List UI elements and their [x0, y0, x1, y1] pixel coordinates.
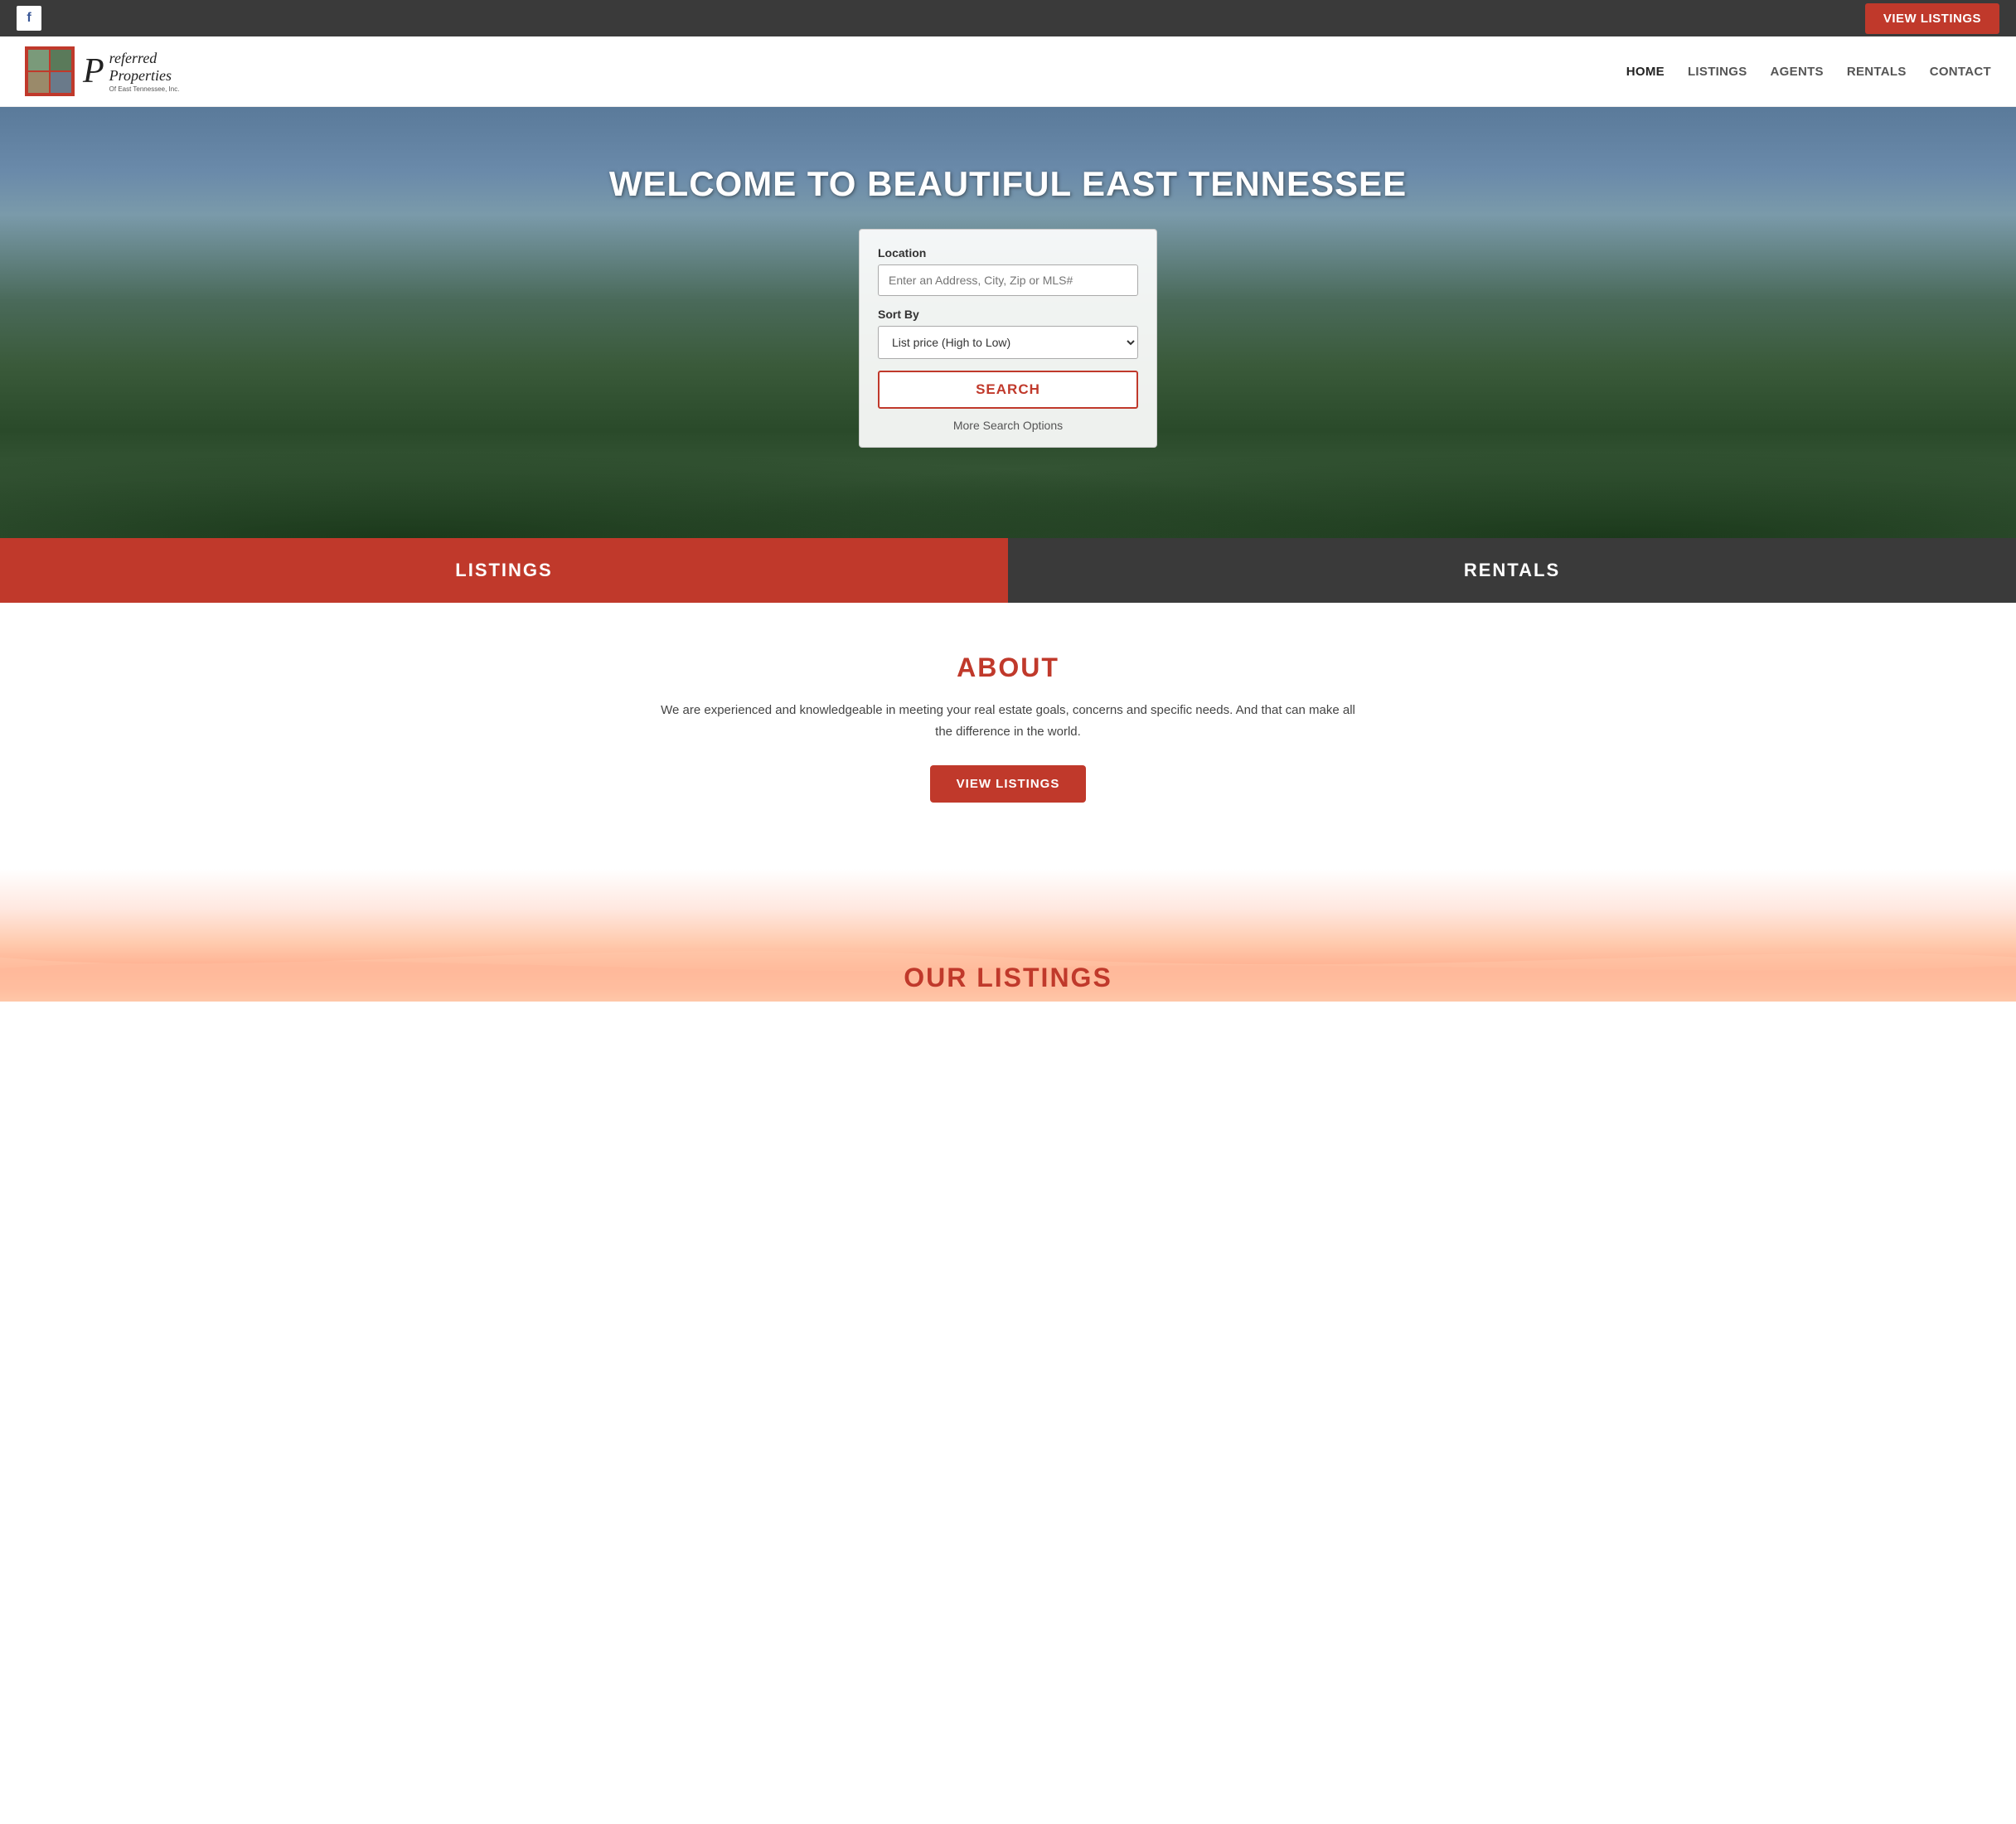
location-input[interactable] [878, 264, 1138, 296]
logo-preferred: referred [109, 50, 180, 68]
logo-sub: Of East Tennessee, Inc. [109, 85, 180, 94]
logo-cell-1 [27, 49, 50, 71]
nav-item-agents[interactable]: AGENTS [1771, 65, 1824, 79]
about-text: We are experienced and knowledgeable in … [652, 700, 1364, 742]
about-section: ABOUT We are experienced and knowledgeab… [635, 603, 1381, 836]
our-listings-title: OUR LISTINGS [0, 963, 2016, 993]
nav-item-home[interactable]: HOME [1626, 65, 1665, 79]
logo-text: P referred Properties Of East Tennessee,… [83, 50, 179, 94]
logo-box [25, 46, 75, 96]
nav-item-listings[interactable]: LISTINGS [1688, 65, 1747, 79]
sort-select[interactable]: List price (High to Low) List price (Low… [878, 326, 1138, 359]
logo-cell-2 [50, 49, 72, 71]
facebook-icon[interactable]: f [17, 6, 41, 31]
logo-letter: P [83, 54, 104, 89]
logo-cell-3 [27, 71, 50, 94]
cta-listings[interactable]: LISTINGS [0, 538, 1008, 603]
sort-label: Sort By [878, 308, 1138, 321]
cta-rentals[interactable]: RENTALS [1008, 538, 2016, 603]
search-box: Location Sort By List price (High to Low… [859, 229, 1157, 448]
logo-cell-4 [50, 71, 72, 94]
hero-content: WELCOME TO BEAUTIFUL EAST TENNESSEE Loca… [0, 164, 2016, 448]
main-nav: HOME LISTINGS AGENTS RENTALS CONTACT [1626, 65, 1991, 79]
wave-section: OUR LISTINGS [0, 869, 2016, 1002]
nav-item-contact[interactable]: CONTACT [1930, 65, 1991, 79]
top-bar: f VIEW LISTINGS [0, 0, 2016, 36]
logo-words: referred Properties Of East Tennessee, I… [109, 50, 180, 94]
top-view-listings-button[interactable]: VIEW LISTINGS [1865, 3, 1999, 34]
more-search-options[interactable]: More Search Options [878, 419, 1138, 432]
nav-item-rentals[interactable]: RENTALS [1847, 65, 1907, 79]
logo-area: P referred Properties Of East Tennessee,… [25, 46, 179, 96]
logo-properties: Properties [109, 67, 180, 85]
location-label: Location [878, 246, 1138, 260]
about-title: ABOUT [652, 652, 1364, 683]
hero-section: WELCOME TO BEAUTIFUL EAST TENNESSEE Loca… [0, 107, 2016, 538]
search-button[interactable]: SEARCH [878, 371, 1138, 409]
cta-band: LISTINGS RENTALS [0, 538, 2016, 603]
about-wrapper: ABOUT We are experienced and knowledgeab… [0, 603, 2016, 836]
header: P referred Properties Of East Tennessee,… [0, 36, 2016, 107]
view-listings-button[interactable]: VIEW LISTINGS [930, 765, 1087, 803]
hero-title: WELCOME TO BEAUTIFUL EAST TENNESSEE [609, 164, 1407, 204]
